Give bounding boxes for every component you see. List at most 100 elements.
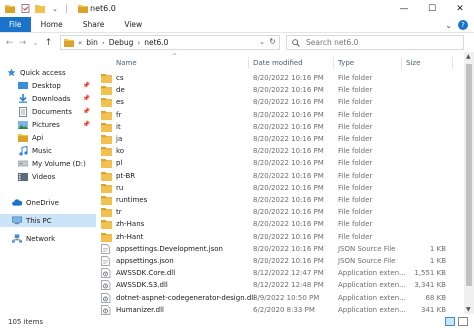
scroll-down-icon[interactable]: ▼	[466, 306, 471, 313]
nav-this-pc[interactable]: This PC	[0, 214, 96, 227]
pin-icon[interactable]: 📌	[83, 95, 90, 102]
file-row[interactable]: cs 8/20/2022 10:16 PM File folder	[100, 72, 464, 84]
minimize-button[interactable]: —	[390, 0, 418, 17]
nav-music[interactable]: Music	[0, 144, 96, 157]
file-row[interactable]: it 8/20/2022 10:16 PM File folder	[100, 121, 464, 133]
nav-label: OneDrive	[26, 198, 59, 207]
file-row[interactable]: de 8/20/2022 10:16 PM File folder	[100, 84, 464, 96]
back-button[interactable]: ←	[3, 36, 16, 49]
folder-icon	[18, 133, 28, 142]
expand-ribbon-icon[interactable]: ⌄	[445, 21, 452, 30]
nav-label: This PC	[26, 216, 52, 225]
file-size: 341 KB	[421, 305, 446, 314]
nav-label: My Volume (D:)	[32, 159, 86, 168]
help-icon[interactable]: ?	[458, 20, 468, 30]
tab-share[interactable]: Share	[73, 17, 115, 32]
file-row[interactable]: ko 8/20/2022 10:16 PM File folder	[100, 145, 464, 157]
file-name: Humanizer.dll	[116, 305, 164, 314]
recent-locations-button[interactable]: ⌄	[29, 36, 42, 49]
file-row[interactable]: zh-Hans 8/20/2022 10:16 PM File folder	[100, 218, 464, 230]
column-divider[interactable]	[248, 57, 249, 69]
file-name: zh-Hant	[116, 232, 144, 241]
search-box[interactable]	[286, 35, 464, 50]
pin-icon[interactable]: 📌	[83, 121, 90, 128]
file-row[interactable]: ru 8/20/2022 10:16 PM File folder	[100, 182, 464, 194]
file-row[interactable]: AWSSDK.Core.dll 8/12/2022 12:47 PM Applica…	[100, 267, 464, 279]
file-row[interactable]: pt-BR 8/20/2022 10:16 PM File folder	[100, 170, 464, 182]
file-row[interactable]: ja 8/20/2022 10:16 PM File folder	[100, 133, 464, 145]
properties-icon[interactable]	[20, 4, 30, 14]
breadcrumb-separator[interactable]: ›	[137, 39, 140, 47]
pin-icon[interactable]: 📌	[83, 82, 90, 89]
nav-my-volume[interactable]: My Volume (D:)	[0, 157, 96, 170]
nav-label: Videos	[32, 172, 56, 181]
column-header-name[interactable]: Name	[116, 56, 137, 70]
up-button[interactable]: ↑	[42, 36, 55, 49]
tab-home[interactable]: Home	[31, 17, 73, 32]
column-divider[interactable]	[401, 57, 402, 69]
folder-app-icon	[5, 4, 15, 14]
nav-documents[interactable]: Documents 📌	[0, 105, 96, 118]
details-view-icon[interactable]	[445, 317, 455, 326]
file-row[interactable]: fr 8/20/2022 10:16 PM File folder	[100, 109, 464, 121]
file-date: 8/20/2022 10:16 PM	[253, 220, 324, 229]
column-header-size[interactable]: Size	[406, 56, 420, 70]
pictures-icon	[18, 120, 28, 129]
file-row[interactable]: dotnet-aspnet-codegenerator-design.dll 8/…	[100, 292, 464, 304]
file-row[interactable]: appsettings.Development.json 8/20/2022 10…	[100, 243, 464, 255]
refresh-icon[interactable]: ↻	[269, 37, 276, 46]
breadcrumb-separator[interactable]: ›	[102, 39, 105, 47]
large-icons-view-icon[interactable]	[458, 317, 468, 326]
nav-quick-access[interactable]: Quick access	[0, 66, 96, 79]
nav-desktop[interactable]: Desktop 📌	[0, 79, 96, 92]
column-divider[interactable]	[452, 57, 453, 69]
nav-label: Music	[32, 146, 52, 155]
nav-network[interactable]: Network	[0, 232, 96, 245]
nav-onedrive[interactable]: OneDrive	[0, 196, 96, 209]
scroll-up-icon[interactable]: ▲	[466, 53, 471, 60]
column-header-type[interactable]: Type	[338, 56, 354, 70]
breadcrumb-bin[interactable]: bin	[86, 38, 98, 47]
breadcrumb-net6[interactable]: net6.0	[144, 38, 168, 47]
close-button[interactable]: ✕	[446, 0, 474, 17]
address-bar[interactable]: « bin › Debug › net6.0 ⌄ ↻	[60, 35, 280, 50]
search-input[interactable]	[306, 38, 446, 47]
file-row[interactable]: zh-Hant 8/20/2022 10:16 PM File folder	[100, 231, 464, 243]
file-type: File folder	[338, 232, 373, 241]
tab-view[interactable]: View	[114, 17, 152, 32]
file-row[interactable]: pl 8/20/2022 10:16 PM File folder	[100, 157, 464, 169]
overflow-crumb[interactable]: «	[78, 39, 82, 47]
file-row[interactable]: es 8/20/2022 10:16 PM File folder	[100, 96, 464, 108]
nav-api[interactable]: Api	[0, 131, 96, 144]
nav-pictures[interactable]: Pictures 📌	[0, 118, 96, 131]
address-dropdown-icon[interactable]: ⌄	[259, 38, 265, 46]
computer-icon	[12, 216, 22, 225]
window-title: net6.0	[90, 4, 116, 13]
maximize-button[interactable]: ☐	[418, 0, 446, 17]
file-row[interactable]: tr 8/20/2022 10:16 PM File folder	[100, 206, 464, 218]
nav-downloads[interactable]: Downloads 📌	[0, 92, 96, 105]
file-row[interactable]: runtimes 8/20/2022 10:16 PM File folder	[100, 194, 464, 206]
new-folder-icon[interactable]	[35, 4, 45, 14]
pin-icon[interactable]: 📌	[83, 108, 90, 115]
dll-file-icon	[101, 280, 112, 291]
folder-icon	[101, 207, 112, 218]
drive-icon	[18, 159, 28, 168]
vertical-scrollbar[interactable]: ▲ ▼	[464, 52, 474, 314]
scrollbar-thumb[interactable]	[466, 64, 472, 286]
file-type: JSON Source File	[338, 257, 396, 265]
forward-button[interactable]: →	[16, 36, 29, 49]
column-header-date[interactable]: Date modified	[253, 56, 303, 70]
chevron-down-icon[interactable]: ⌄	[50, 4, 60, 14]
file-row[interactable]: AWSSDK.S3.dll 8/12/2022 12:48 PM Applicati…	[100, 279, 464, 291]
column-divider[interactable]	[333, 57, 334, 69]
desktop-icon	[18, 81, 28, 90]
file-date: 8/12/2022 12:48 PM	[253, 281, 324, 290]
file-date: 8/20/2022 10:16 PM	[253, 135, 324, 143]
breadcrumb-debug[interactable]: Debug	[109, 38, 134, 47]
folder-icon	[101, 232, 112, 242]
file-date: 8/20/2022 10:16 PM	[253, 171, 324, 180]
file-row[interactable]: appsettings.json 8/20/2022 10:16 PM JSON S…	[100, 255, 464, 267]
tab-file[interactable]: File	[0, 17, 31, 32]
nav-videos[interactable]: Videos	[0, 170, 96, 183]
